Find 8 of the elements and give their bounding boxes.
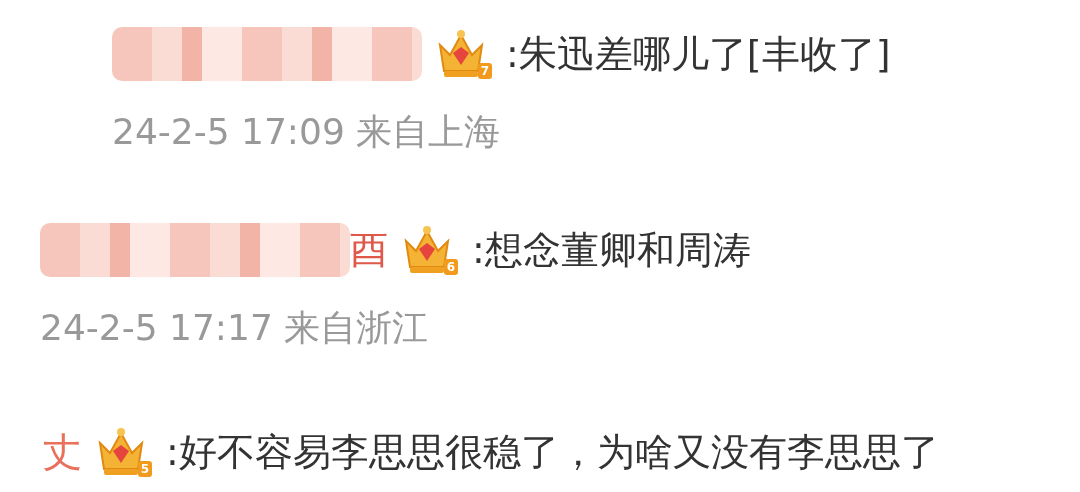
comment-meta: 24-2-5 17:09 来自上海 [112,110,502,154]
comment-text: :好不容易李思思很稳了，为啥又没有李思思了 [166,428,939,476]
crown-icon [436,27,486,79]
username[interactable]: 丈 [42,424,82,480]
username-fragment: 酉 [350,226,388,274]
comment-text: :朱迅差哪儿了[丰收了] [506,30,891,78]
comment-meta: 24-2-5 17:17 来自浙江 [40,306,430,350]
comment-text: :想念董卿和周涛 [472,226,751,274]
